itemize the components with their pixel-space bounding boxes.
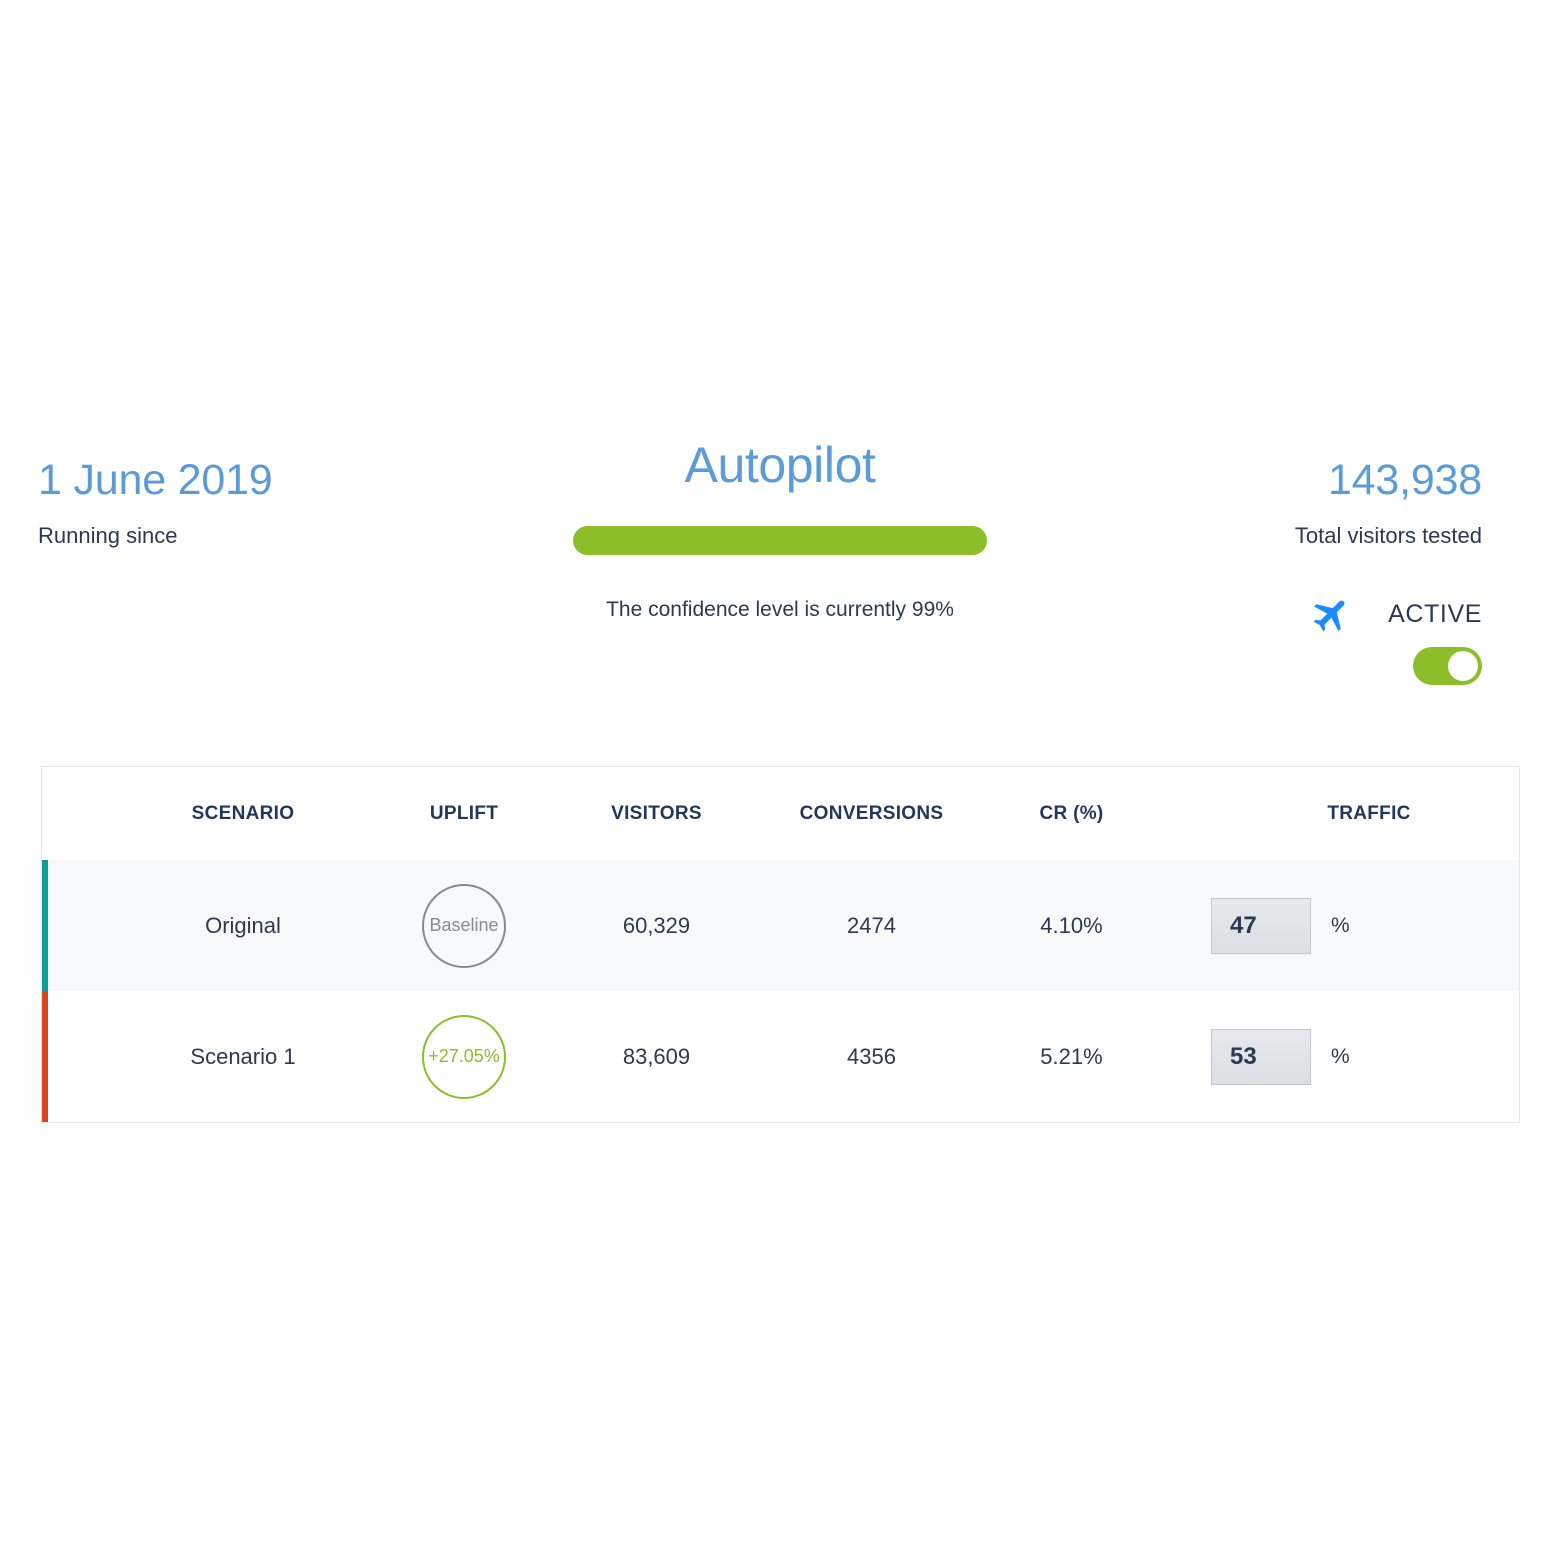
table-row: Original Baseline 60,329 2474 4.10% % — [42, 860, 1519, 991]
column-header-uplift: UPLIFT — [429, 802, 499, 824]
total-visitors-block: 143,938 Total visitors tested ACTIVE — [1294, 456, 1482, 686]
column-header-visitors: VISITORS — [611, 802, 702, 824]
column-header-conversions: CONVERSIONS — [799, 802, 944, 824]
table-row: Scenario 1 +27.05% 83,609 4356 5.21% % — [42, 991, 1519, 1122]
traffic-percent-sign: % — [1331, 913, 1350, 937]
traffic-percent-sign: % — [1331, 1044, 1350, 1068]
confidence-bar-track — [573, 526, 987, 555]
status-badge: ACTIVE — [1388, 599, 1482, 628]
autopilot-toggle-knob[interactable] — [1448, 651, 1478, 682]
conversions-cell: 4356 — [759, 991, 984, 1122]
row-accent-bar — [42, 860, 48, 991]
conversions-cell: 2474 — [759, 860, 984, 991]
page-title: Autopilot — [684, 437, 876, 493]
scenario-name: Original — [205, 912, 281, 938]
uplift-badge: +27.05% — [422, 1014, 506, 1099]
cr-cell: 5.21% — [984, 991, 1159, 1122]
confidence-level-text: The confidence level is currently 99% — [606, 598, 954, 621]
scenarios-table: SCENARIO UPLIFT VISITORS CONVERSIONS CR … — [42, 767, 1519, 1122]
traffic-cell: % — [1159, 991, 1519, 1122]
dashboard-header: 1 June 2019 Running since Autopilot The … — [0, 440, 1560, 720]
uplift-cell: Baseline — [374, 860, 554, 991]
uplift-badge: Baseline — [422, 883, 506, 968]
table-header-row: SCENARIO UPLIFT VISITORS CONVERSIONS CR … — [42, 767, 1519, 860]
traffic-cell: % — [1159, 860, 1519, 991]
cr-cell: 4.10% — [984, 860, 1159, 991]
autopilot-toggle-row — [1295, 647, 1482, 686]
running-since-date: 1 June 2019 — [38, 456, 273, 504]
autopilot-status-row: ACTIVE — [1295, 591, 1482, 637]
scenario-name-cell: Scenario 1 — [42, 991, 374, 1122]
visitors-cell: 83,609 — [554, 991, 759, 1122]
visitors-cell: 60,329 — [554, 860, 759, 991]
column-header-cr: CR (%) — [1039, 802, 1104, 824]
autopilot-block: Autopilot The confidence level is curren… — [480, 440, 1080, 622]
column-header-traffic: TRAFFIC — [1327, 802, 1411, 824]
autopilot-toggle[interactable] — [1413, 647, 1482, 686]
column-header-scenario: SCENARIO — [191, 802, 295, 824]
scenarios-table-card: SCENARIO UPLIFT VISITORS CONVERSIONS CR … — [41, 766, 1520, 1123]
total-visitors-label: Total visitors tested — [1294, 523, 1482, 549]
scenario-name: Scenario 1 — [190, 1043, 296, 1069]
scenario-name-cell: Original — [42, 860, 374, 991]
uplift-cell: +27.05% — [374, 991, 554, 1122]
traffic-input[interactable] — [1211, 1028, 1311, 1085]
confidence-bar-fill — [573, 526, 987, 555]
running-since-block: 1 June 2019 Running since — [38, 456, 458, 549]
running-since-label: Running since — [38, 523, 178, 549]
traffic-input[interactable] — [1211, 897, 1311, 954]
airplane-icon — [1308, 591, 1354, 637]
total-visitors-value: 143,938 — [1327, 456, 1482, 504]
row-accent-bar — [42, 991, 48, 1122]
